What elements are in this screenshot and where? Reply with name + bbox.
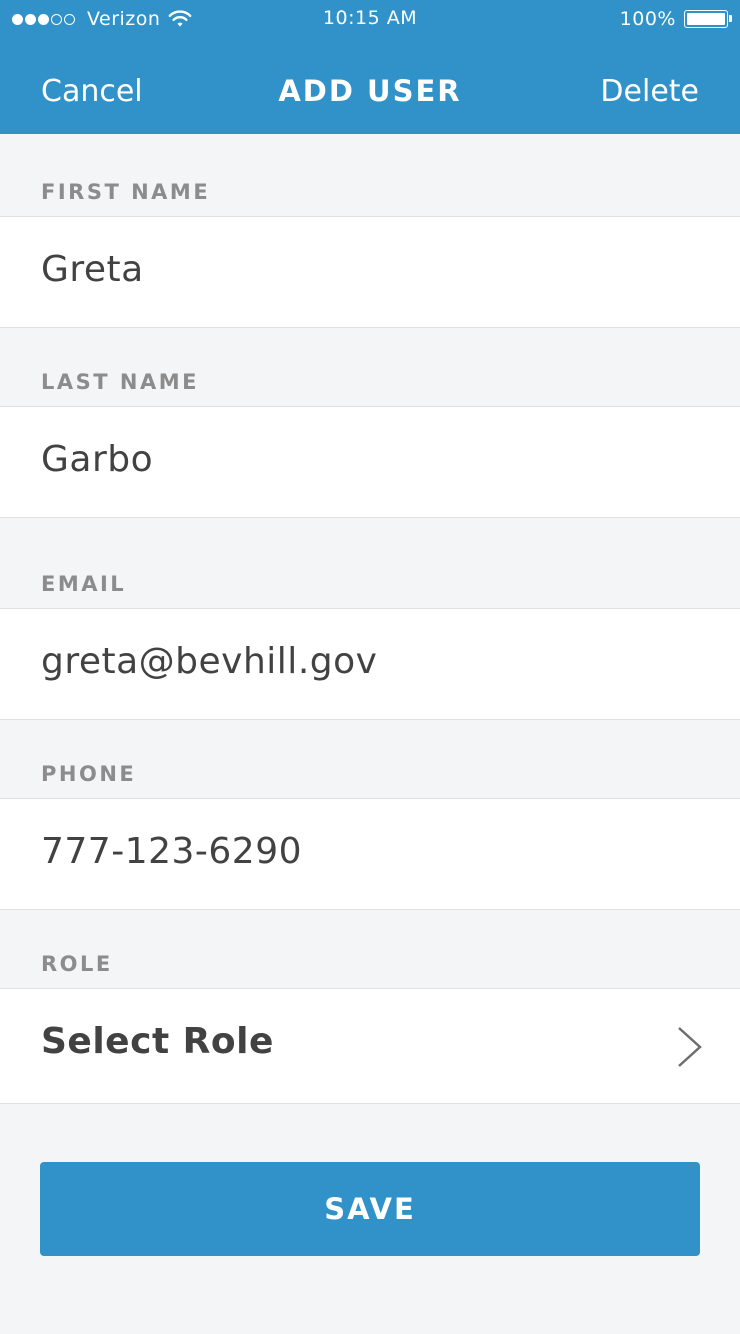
email-field[interactable]: greta@bevhill.gov <box>0 608 740 720</box>
last-name-field[interactable]: Garbo <box>0 406 740 518</box>
phone-field[interactable]: 777-123-6290 <box>0 798 740 910</box>
first-name-label: FIRST NAME <box>41 180 211 204</box>
email-label: EMAIL <box>41 572 127 596</box>
role-label: ROLE <box>41 952 113 976</box>
last-name-label: LAST NAME <box>41 370 199 394</box>
email-value[interactable]: greta@bevhill.gov <box>41 641 377 682</box>
chevron-right-icon[interactable] <box>674 1025 704 1069</box>
header: Verizon 10:15 AM 100% Cancel ADD USER De… <box>0 0 740 134</box>
first-name-field[interactable]: Greta <box>0 216 740 328</box>
first-name-value[interactable]: Greta <box>41 249 144 290</box>
phone-value[interactable]: 777-123-6290 <box>41 831 302 872</box>
delete-button[interactable]: Delete <box>600 74 699 109</box>
battery-cap <box>729 15 732 22</box>
battery-fill <box>687 13 725 25</box>
status-right: 100% <box>619 7 732 31</box>
phone-label: PHONE <box>41 762 137 786</box>
battery-icon <box>684 10 732 28</box>
nav-bar: Cancel ADD USER Delete <box>0 56 740 126</box>
status-bar: Verizon 10:15 AM 100% <box>0 0 740 40</box>
role-value[interactable]: Select Role <box>41 1021 274 1062</box>
battery-percent: 100% <box>619 8 676 30</box>
role-selector[interactable]: Select Role <box>0 988 740 1104</box>
save-button[interactable]: SAVE <box>40 1162 700 1256</box>
last-name-value[interactable]: Garbo <box>41 439 153 480</box>
